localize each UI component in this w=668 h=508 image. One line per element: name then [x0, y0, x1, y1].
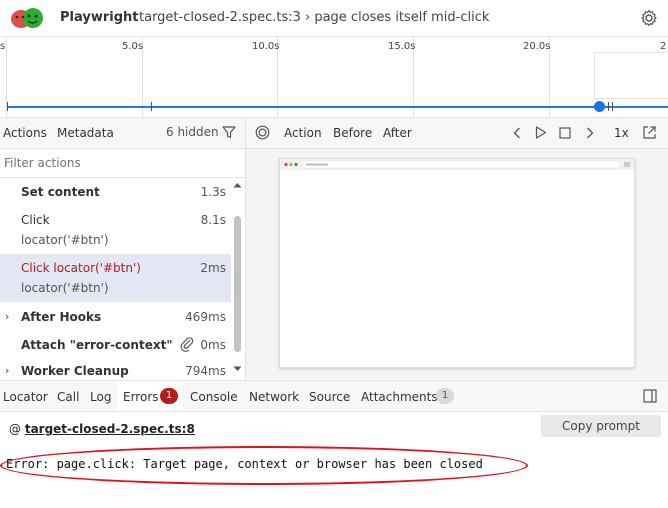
chevron-right-icon[interactable]: › — [5, 310, 9, 323]
tab-errors[interactable]: Errors — [123, 390, 159, 404]
filter-icon[interactable] — [222, 125, 236, 139]
page-snapshot[interactable] — [279, 158, 635, 368]
timeline[interactable]: s 5.0s 10.0s 15.0s 20.0s 2 — [0, 37, 668, 118]
action-row-click-locator-selected[interactable]: Click locator('#btn') 2ms locator('#btn'… — [0, 254, 231, 302]
action-row-worker-cleanup[interactable]: › Worker Cleanup 794ms — [0, 361, 231, 379]
action-duration: 1.3s — [200, 185, 226, 199]
snapshot-tabs: Action Before After 1x — [246, 118, 668, 149]
tab-call[interactable]: Call — [57, 390, 79, 404]
paperclip-icon[interactable] — [180, 336, 194, 352]
timeline-playhead[interactable] — [594, 101, 605, 112]
top-bar: Playwright target-closed-2.spec.ts:3 › p… — [0, 0, 668, 37]
attachments-count-badge: 1 — [436, 388, 454, 404]
action-row-attach[interactable]: Attach "error-context" 0ms — [0, 333, 231, 359]
tab-source[interactable]: Source — [309, 390, 350, 404]
timeline-tick-label: 2 — [660, 41, 667, 52]
playwright-logo — [11, 8, 43, 28]
filter-bar — [0, 149, 245, 178]
stop-icon[interactable] — [559, 127, 571, 139]
tab-metadata[interactable]: Metadata — [57, 126, 114, 140]
timeline-tick-label: 20.0s — [523, 41, 551, 52]
action-title: Click — [21, 213, 50, 227]
action-title: Set content — [21, 185, 100, 199]
action-title: Attach "error-context" — [21, 338, 173, 352]
scroll-down-icon[interactable] — [233, 366, 242, 372]
timeline-track[interactable] — [7, 106, 668, 108]
action-duration: 2ms — [200, 261, 226, 275]
snapshot-browser-chrome — [280, 159, 634, 170]
timeline-action-marker — [612, 102, 613, 111]
action-duration: 469ms — [185, 310, 226, 324]
timeline-action-marker — [608, 102, 609, 111]
action-duration: 8.1s — [200, 213, 226, 227]
tab-locator[interactable]: Locator — [3, 390, 48, 404]
timeline-tick-label: 5.0s — [122, 41, 144, 52]
test-title: target-closed-2.spec.ts:3 › page closes … — [139, 10, 490, 25]
tab-log[interactable]: Log — [90, 390, 111, 404]
action-row-after-hooks[interactable]: › After Hooks 469ms — [0, 305, 231, 331]
snapshot-pane: Action Before After 1x — [246, 118, 668, 379]
tab-before[interactable]: Before — [333, 126, 372, 140]
timeline-tick-label: 15.0s — [388, 41, 416, 52]
action-locator: locator('#btn') — [21, 233, 109, 247]
action-title: Worker Cleanup — [21, 364, 129, 378]
copy-prompt-button[interactable]: Copy prompt — [541, 415, 661, 437]
tab-network[interactable]: Network — [249, 390, 299, 404]
tab-attachments[interactable]: Attachments — [361, 390, 438, 404]
timeline-action-marker — [7, 102, 8, 111]
tab-after[interactable]: After — [383, 126, 412, 140]
playback-speed[interactable]: 1x — [614, 126, 629, 140]
error-location-prefix: @ — [9, 422, 21, 436]
errors-count-badge: 1 — [160, 388, 178, 404]
timeline-hover-preview — [594, 52, 668, 99]
tab-console[interactable]: Console — [190, 390, 238, 404]
target-icon[interactable] — [255, 125, 270, 140]
next-icon[interactable] — [586, 127, 594, 139]
error-message: Error: page.click: Target page, context … — [6, 457, 483, 471]
action-duration: 794ms — [185, 364, 226, 378]
split-icon[interactable] — [643, 389, 657, 403]
actions-scroll-thumb[interactable] — [234, 216, 241, 352]
tab-actions[interactable]: Actions — [3, 126, 47, 140]
timeline-tick-label: 10.0s — [252, 41, 280, 52]
hidden-count[interactable]: 6 hidden — [166, 125, 219, 139]
play-icon[interactable] — [535, 126, 547, 139]
action-row-click[interactable]: Click 8.1s locator('#btn') — [0, 206, 231, 254]
gear-icon[interactable] — [640, 9, 658, 27]
timeline-tick-label: s — [0, 41, 6, 52]
app-name: Playwright — [60, 10, 139, 25]
actions-pane: Actions Metadata 6 hidden Set content 1.… — [0, 118, 246, 379]
filter-actions-input[interactable] — [4, 156, 234, 170]
error-location-link[interactable]: target-closed-2.spec.ts:8 — [25, 422, 195, 436]
timeline-action-marker — [151, 102, 152, 111]
bottom-tabs: Locator Call Log Errors 1 Console Networ… — [0, 380, 668, 412]
error-location: @ target-closed-2.spec.ts:8 — [9, 422, 195, 436]
left-tabs: Actions Metadata 6 hidden — [0, 118, 245, 149]
tab-action[interactable]: Action — [284, 126, 322, 140]
action-row-set-content[interactable]: Set content 1.3s — [0, 178, 231, 204]
open-external-icon[interactable] — [642, 125, 657, 140]
action-title: After Hooks — [21, 310, 102, 324]
prev-icon[interactable] — [513, 127, 521, 139]
action-locator: locator('#btn') — [21, 281, 109, 295]
scroll-up-icon[interactable] — [233, 182, 242, 188]
action-title-error: Click locator('#btn') — [21, 261, 141, 275]
action-duration: 0ms — [200, 338, 226, 352]
chevron-right-icon[interactable]: › — [5, 364, 9, 377]
